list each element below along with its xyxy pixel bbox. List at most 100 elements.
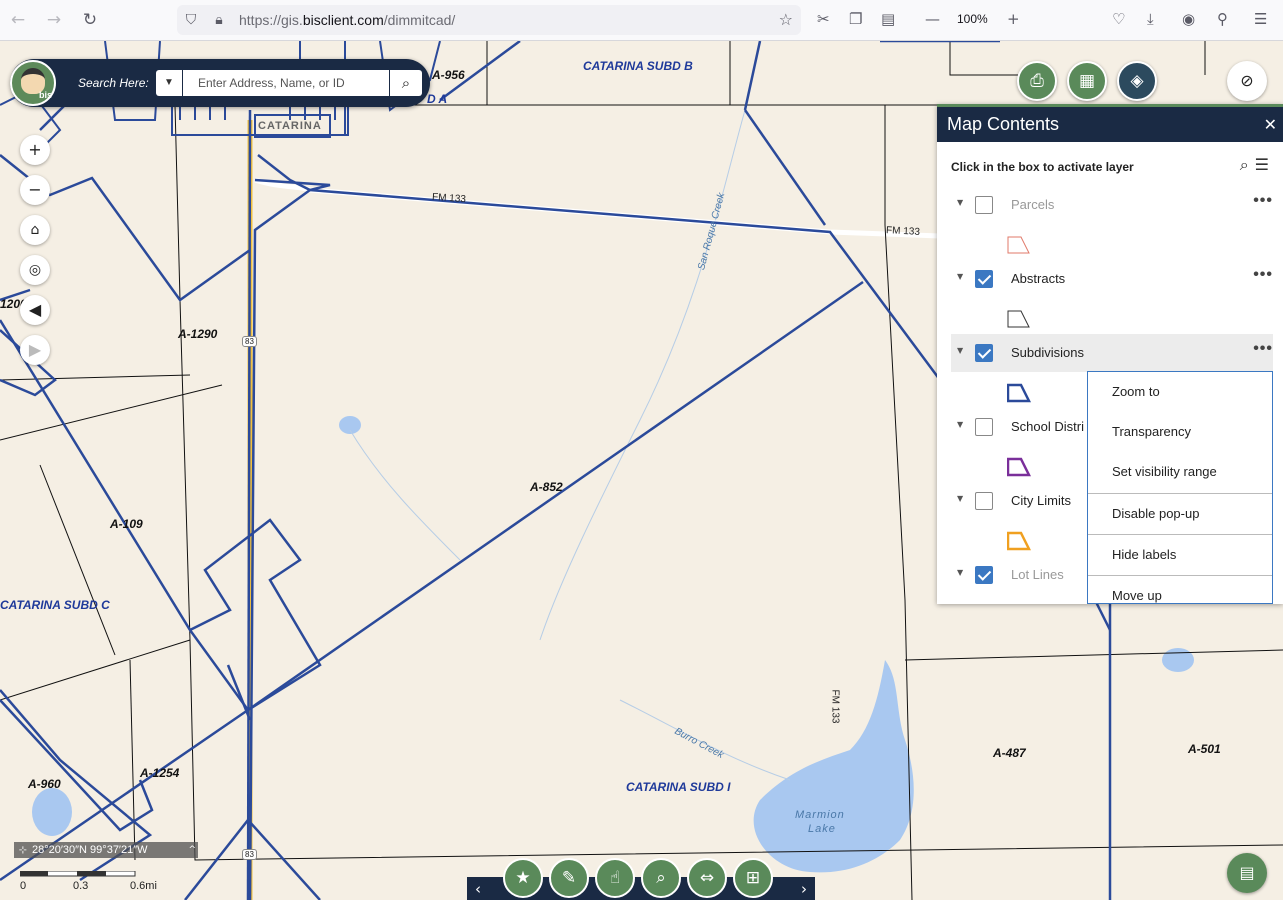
road-label: FM 133 bbox=[885, 225, 921, 238]
search-bar: Search Here: ▼ ⌕ bbox=[10, 59, 430, 107]
lake-label: Marmion bbox=[795, 809, 845, 821]
basemap-grid-icon[interactable]: ▦ bbox=[1067, 61, 1107, 101]
more-options-icon[interactable]: ••• bbox=[1253, 192, 1273, 210]
crosshair-icon[interactable]: ⊹ bbox=[14, 843, 32, 859]
highway-shield: 83 bbox=[242, 336, 257, 347]
reload-icon[interactable]: ↻ bbox=[72, 10, 108, 30]
pond-shape bbox=[1162, 648, 1194, 672]
zoom-level[interactable]: 100% bbox=[957, 12, 988, 26]
download-icon[interactable]: ⤓ bbox=[1147, 10, 1154, 28]
parcel-label: A-960 bbox=[28, 777, 61, 791]
menu-item-move-up[interactable]: Move up bbox=[1088, 575, 1272, 603]
panel-title: Map Contents bbox=[947, 114, 1060, 134]
search-icon[interactable]: ⌕ bbox=[390, 70, 422, 96]
zoom-out-map-button[interactable]: − bbox=[20, 175, 50, 205]
layer-row-parcels: ▼ Parcels ••• bbox=[951, 186, 1273, 224]
filter-list-icon[interactable]: ☰ bbox=[1255, 155, 1275, 174]
close-icon[interactable]: ✕ bbox=[1264, 107, 1277, 142]
panel-header: Map Contents ✕ bbox=[937, 107, 1283, 142]
menu-item-visibility-range[interactable]: Set visibility range bbox=[1088, 452, 1272, 492]
locate-icon[interactable]: ◎ bbox=[20, 255, 50, 285]
next-extent-icon[interactable]: ▶ bbox=[20, 335, 50, 365]
back-icon[interactable]: ← bbox=[0, 10, 36, 30]
search-icon[interactable]: ⌕ bbox=[1240, 155, 1255, 174]
chevron-down-icon[interactable]: ▼ bbox=[957, 494, 963, 503]
highway-shield: 83 bbox=[242, 849, 257, 860]
hide-eye-icon[interactable]: ⊘ bbox=[1227, 61, 1267, 101]
layer-context-menu: Zoom to Transparency Set visibility rang… bbox=[1087, 371, 1273, 604]
layer-row-abstracts: ▼ Abstracts ••• bbox=[951, 260, 1273, 298]
menu-item-zoom-to[interactable]: Zoom to bbox=[1088, 372, 1272, 412]
identify-icon[interactable]: ☝ bbox=[595, 858, 635, 898]
parcel-label: A-501 bbox=[1188, 742, 1221, 756]
extensions-icon[interactable]: ⚲ bbox=[1217, 10, 1228, 28]
coordinate-readout: ⊹ 28°20′30″N 99°37′21″W ^ bbox=[14, 842, 198, 858]
road-label: FM 133 bbox=[829, 689, 841, 724]
search-input[interactable] bbox=[183, 70, 389, 96]
coordinate-text: 28°20′30″N 99°37′21″W bbox=[32, 844, 148, 856]
layer-checkbox[interactable] bbox=[975, 270, 993, 288]
parcel-label: A-487 bbox=[993, 746, 1026, 760]
copy-icon[interactable]: ❐ bbox=[849, 10, 862, 28]
abstracts-legend-swatch bbox=[1007, 310, 1030, 328]
account-icon[interactable]: ◉ bbox=[1182, 10, 1195, 28]
chevron-down-icon[interactable]: ▼ bbox=[957, 568, 963, 577]
menu-icon[interactable]: ☰ bbox=[1254, 10, 1267, 28]
layer-checkbox[interactable] bbox=[975, 418, 993, 436]
scale-tick: 0.3 bbox=[73, 880, 89, 892]
scale-bar-graphic bbox=[20, 871, 136, 877]
parcel-label: A-1254 bbox=[140, 766, 180, 780]
address-bar[interactable]: ⛉ 🔒︎ https://gis.bisclient.com/dimmitcad… bbox=[177, 5, 801, 35]
school-districts-legend-swatch bbox=[1007, 457, 1031, 477]
bookmark-icon[interactable]: ★ bbox=[503, 858, 543, 898]
chevron-down-icon[interactable]: ▼ bbox=[957, 272, 963, 281]
parcel-label: A-956 bbox=[432, 68, 465, 82]
search-type-dropdown[interactable]: ▼ bbox=[156, 70, 182, 96]
layer-name: School Distri bbox=[1011, 419, 1084, 434]
subdivisions-legend-swatch bbox=[1007, 383, 1031, 403]
city-limits-legend-swatch bbox=[1007, 531, 1031, 551]
home-icon[interactable]: ⌂ bbox=[20, 215, 50, 245]
print-icon[interactable]: ⎙ bbox=[1017, 61, 1057, 101]
more-options-icon[interactable]: ••• bbox=[1253, 266, 1273, 284]
subdivision-label: CATARINA SUBD B bbox=[583, 59, 693, 73]
clipboard-icon[interactable]: ▤ bbox=[881, 10, 895, 28]
query-icon[interactable]: ⌕ bbox=[641, 858, 681, 898]
chevron-down-icon[interactable]: ▼ bbox=[957, 420, 963, 429]
bookmark-star-icon[interactable]: ☆ bbox=[779, 10, 793, 29]
chevron-right-icon[interactable]: › bbox=[801, 880, 807, 898]
zoom-out-button[interactable]: — bbox=[925, 10, 940, 28]
layer-name: Parcels bbox=[1011, 197, 1055, 212]
layer-checkbox[interactable] bbox=[975, 344, 993, 362]
chevron-left-icon[interactable]: ‹ bbox=[475, 880, 481, 898]
chevron-down-icon[interactable]: ▼ bbox=[957, 346, 963, 355]
draw-icon[interactable]: ✎ bbox=[549, 858, 589, 898]
more-options-icon[interactable]: ••• bbox=[1253, 340, 1273, 358]
subdivision-label: CATARINA SUBD I bbox=[626, 780, 731, 794]
layer-name: Abstracts bbox=[1011, 271, 1066, 286]
previous-extent-icon[interactable]: ◀ bbox=[20, 295, 50, 325]
browser-toolbar: ← → ↻ ⛉ 🔒︎ https://gis.bisclient.com/dim… bbox=[0, 0, 1283, 41]
forward-icon[interactable]: → bbox=[36, 10, 72, 30]
layer-checkbox[interactable] bbox=[975, 492, 993, 510]
attribute-table-icon[interactable]: ▤ bbox=[1227, 853, 1267, 893]
add-data-icon[interactable]: ⊞ bbox=[733, 858, 773, 898]
panel-hint: Click in the box to activate layer bbox=[951, 160, 1134, 174]
scissors-icon[interactable]: ✂ bbox=[817, 10, 830, 28]
menu-item-disable-popup[interactable]: Disable pop-up bbox=[1088, 493, 1272, 533]
zoom-in-button[interactable]: + bbox=[1007, 10, 1020, 28]
menu-item-hide-labels[interactable]: Hide labels bbox=[1088, 534, 1272, 574]
pocket-icon[interactable]: ♡ bbox=[1112, 10, 1125, 28]
layer-checkbox[interactable] bbox=[975, 196, 993, 214]
layer-row-subdivisions: ▼ Subdivisions ••• bbox=[951, 334, 1273, 372]
scale-tick: 0 bbox=[20, 880, 27, 892]
layers-icon[interactable]: ◈ bbox=[1117, 61, 1157, 101]
menu-item-transparency[interactable]: Transparency bbox=[1088, 412, 1272, 452]
chevron-up-icon[interactable]: ^ bbox=[188, 842, 196, 858]
measure-icon[interactable]: ⇔ bbox=[687, 858, 727, 898]
bis-logo: bis bbox=[10, 60, 56, 106]
zoom-in-map-button[interactable]: + bbox=[20, 135, 50, 165]
logo-text: bis bbox=[38, 90, 52, 100]
chevron-down-icon[interactable]: ▼ bbox=[957, 198, 963, 207]
layer-checkbox[interactable] bbox=[975, 566, 993, 584]
